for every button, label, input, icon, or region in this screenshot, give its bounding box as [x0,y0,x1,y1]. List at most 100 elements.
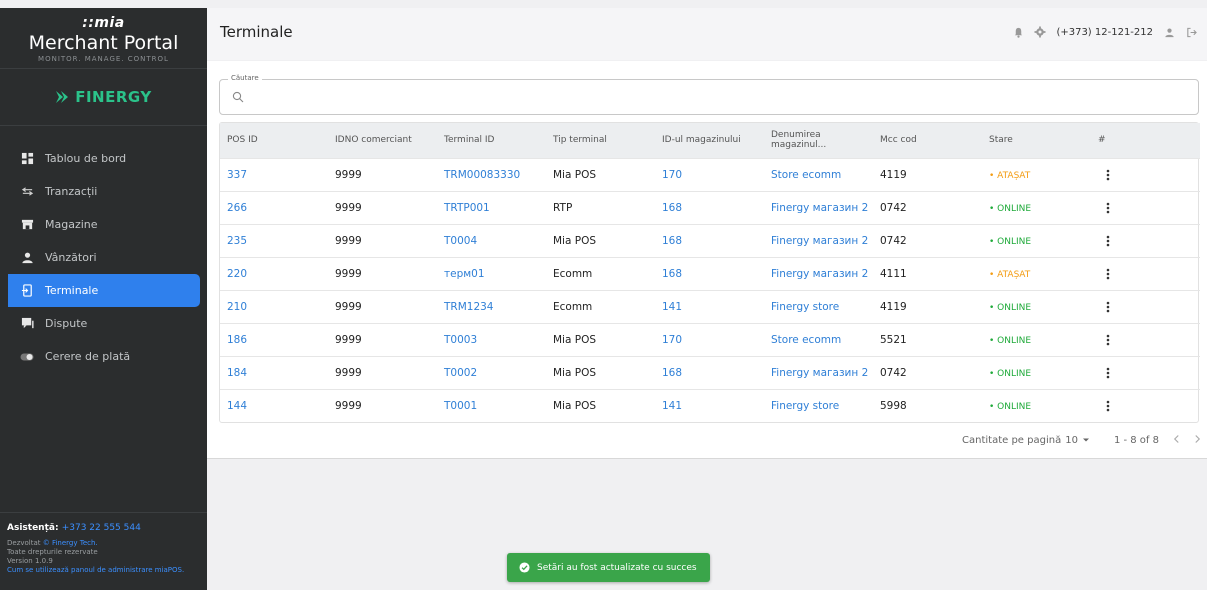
sidebar-item-vanzatori[interactable]: Vânzători [0,241,200,274]
store-id-link[interactable]: 141 [655,389,764,422]
sidebar-item-tranzactii[interactable]: Tranzacții [0,175,200,208]
assist-label: Asistență: [7,523,59,533]
terminal-id-link[interactable]: терм01 [437,257,546,290]
terminal-id-link[interactable]: T0002 [437,356,546,389]
store-id-link[interactable]: 168 [655,224,764,257]
column-header[interactable]: IDNO comerciant [328,123,437,158]
sidebar-item-label: Vânzători [45,251,97,264]
finergy-logo: FINERGY [0,69,207,125]
pos-id-link[interactable]: 266 [220,191,328,224]
pos-id-link[interactable]: 235 [220,224,328,257]
table-header-row: POS ID IDNO comerciant Terminal ID Tip t… [220,123,1200,158]
store-name-link[interactable]: Finergy store [764,389,873,422]
pos-id-link[interactable]: 184 [220,356,328,389]
sidebar-item-terminale[interactable]: Terminale [8,274,200,307]
store-id-link[interactable]: 168 [655,257,764,290]
row-menu-button[interactable] [1098,297,1118,317]
sidebar-item-dispute[interactable]: Dispute [0,307,200,340]
mcc-cell: 0742 [880,201,907,214]
column-header[interactable]: POS ID [220,123,328,158]
row-menu-button[interactable] [1098,363,1118,383]
sidebar-item-magazine[interactable]: Magazine [0,208,200,241]
success-toast: Setări au fost actualizate cu succes [507,553,710,582]
search-field: Căutare [219,74,1199,115]
header-actions: (+373) 12-121-212 [1002,26,1197,38]
developer-link[interactable]: © Finergy Tech. [43,539,98,547]
column-header[interactable]: Terminal ID [437,123,546,158]
store-name-link[interactable]: Finergy магазин 2 [764,191,873,224]
chevron-right-icon [1195,435,1201,443]
pos-id-link[interactable]: 144 [220,389,328,422]
store-name-link[interactable]: Finergy магазин 2 [764,257,873,290]
column-header[interactable]: Denumirea magazinul... [764,123,873,158]
kebab-icon [1106,169,1110,180]
sidebar-item-cerere-de-plata[interactable]: Cerere de plată [0,340,200,373]
terminal-id-link[interactable]: T0003 [437,323,546,356]
row-menu-button[interactable] [1098,396,1118,416]
search-label: Căutare [228,74,262,82]
store-id-link[interactable]: 170 [655,158,764,191]
store-id-link[interactable]: 141 [655,290,764,323]
store-name-link[interactable]: Store ecomm [764,158,873,191]
per-page-select[interactable]: 10 [1065,435,1090,446]
bell-icon[interactable] [1012,26,1024,38]
terminal-id-link[interactable]: TRTP001 [437,191,546,224]
column-header[interactable]: Tip terminal [546,123,655,158]
table-row[interactable]: 235 9999 T0004 Mia POS 168 Finergy магаз… [220,224,1200,257]
table-row[interactable]: 184 9999 T0002 Mia POS 168 Finergy магаз… [220,356,1200,389]
row-menu-button[interactable] [1098,198,1118,218]
terminals-panel: Căutare POS ID IDNO comerciant Terminal … [207,61,1207,459]
store-id-link[interactable]: 168 [655,356,764,389]
person-icon [20,251,34,265]
store-name-link[interactable]: Store ecomm [764,323,873,356]
store-id-link[interactable]: 170 [655,323,764,356]
column-header[interactable]: ID-ul magazinului [655,123,764,158]
table-row[interactable]: 266 9999 TRTP001 RTP 168 Finergy магазин… [220,191,1200,224]
status-badge: • ONLINE [989,203,1032,214]
idno-cell: 9999 [335,168,362,181]
store-name-link[interactable]: Finergy store [764,290,873,323]
gear-icon[interactable] [1034,26,1046,38]
mia-logo-text: mia [94,15,125,31]
status-badge: • ONLINE [989,335,1032,346]
row-menu-button[interactable] [1098,330,1118,350]
pos-id-link[interactable]: 337 [220,158,328,191]
logout-icon[interactable] [1185,26,1197,38]
pos-id-link[interactable]: 186 [220,323,328,356]
table-row[interactable]: 144 9999 T0001 Mia POS 141 Finergy store… [220,389,1200,422]
table-row[interactable]: 337 9999 TRM00083330 Mia POS 170 Store e… [220,158,1200,191]
assist-phone-link[interactable]: +373 22 555 544 [62,523,141,533]
column-header[interactable]: Mcc cod [873,123,982,158]
terminal-id-link[interactable]: T0004 [437,224,546,257]
table-row[interactable]: 220 9999 терм01 Ecomm 168 Finergy магази… [220,257,1200,290]
check-circle-icon [519,562,530,573]
terminal-id-link[interactable]: TRM00083330 [437,158,546,191]
terminal-id-link[interactable]: TRM1234 [437,290,546,323]
user-icon[interactable] [1163,26,1175,38]
page-range: 1 - 8 of 8 [1113,434,1159,446]
sidebar-item-tablou-de-bord[interactable]: Tablou de bord [0,142,200,175]
pos-id-link[interactable]: 220 [220,257,328,290]
terminal-id-link[interactable]: T0001 [437,389,546,422]
column-header[interactable]: Stare [982,123,1091,158]
pos-id-link[interactable]: 210 [220,290,328,323]
row-menu-button[interactable] [1098,231,1118,251]
store-id-link[interactable]: 168 [655,191,764,224]
row-menu-button[interactable] [1098,165,1118,185]
search-input[interactable] [250,88,1180,106]
store-name-link[interactable]: Finergy магазин 2 [764,356,873,389]
idno-cell: 9999 [335,366,362,379]
store-name-link[interactable]: Finergy магазин 2 [764,224,873,257]
prev-page-button[interactable] [1173,433,1180,447]
next-page-button[interactable] [1194,433,1201,447]
help-link[interactable]: Cum se utilizează panoul de administrare… [7,566,207,575]
table-row[interactable]: 186 9999 T0003 Mia POS 170 Store ecomm 5… [220,323,1200,356]
mcc-cell: 0742 [880,234,907,247]
finergy-logo-icon [56,91,69,103]
sidebar-item-label: Tranzacții [45,185,98,198]
row-menu-button[interactable] [1098,264,1118,284]
table-row[interactable]: 210 9999 TRM1234 Ecomm 141 Finergy store… [220,290,1200,323]
terminal-type-cell: Mia POS [553,399,597,412]
developer-prefix: Dezvoltat [7,539,43,547]
terminals-table: POS ID IDNO comerciant Terminal ID Tip t… [219,122,1200,423]
